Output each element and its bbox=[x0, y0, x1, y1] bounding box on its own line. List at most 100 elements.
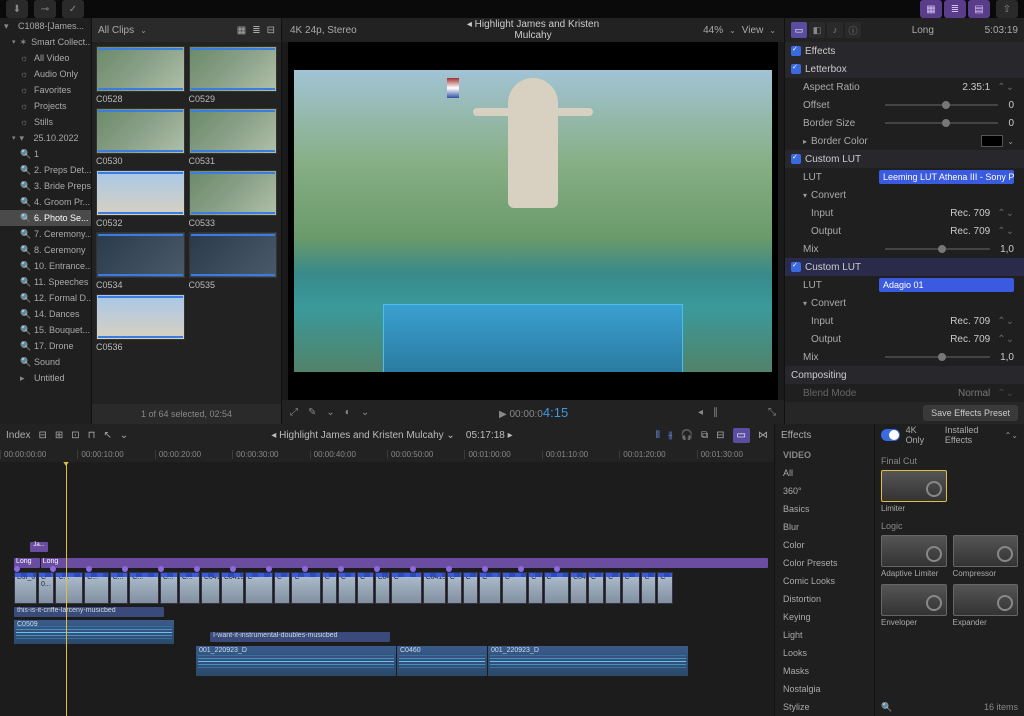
installed-effects-menu[interactable]: Installed Effects bbox=[945, 425, 999, 445]
video-clip[interactable]: C bbox=[463, 572, 479, 604]
effect-preset[interactable]: Adaptive Limiter bbox=[881, 535, 947, 578]
marker[interactable] bbox=[554, 566, 560, 572]
marker[interactable] bbox=[410, 566, 416, 572]
lut2-mix-slider[interactable] bbox=[885, 356, 990, 358]
video-clip[interactable]: C bbox=[245, 572, 273, 604]
keyword-button[interactable]: ⊸ bbox=[34, 0, 56, 18]
connected-clip[interactable]: Ja... bbox=[30, 542, 48, 552]
sidebar-item[interactable]: 🔍6. Photo Se... bbox=[0, 210, 91, 226]
overwrite-icon[interactable]: ⊡ bbox=[71, 430, 79, 441]
aspect-ratio-row[interactable]: Aspect Ratio2.35:1⌃⌄ bbox=[785, 78, 1024, 96]
video-clip[interactable]: C bbox=[338, 572, 356, 604]
audio-skim-icon[interactable]: ⫵ bbox=[668, 430, 673, 441]
transform-tool[interactable]: ⤢ bbox=[290, 407, 298, 418]
sidebar-item[interactable]: ☼Stills bbox=[0, 114, 91, 130]
video-clip[interactable]: C bbox=[605, 572, 621, 604]
marker[interactable] bbox=[50, 566, 56, 572]
lut1-convert-row[interactable]: ▾Convert bbox=[785, 186, 1024, 204]
video-clip[interactable]: C... bbox=[160, 572, 178, 604]
video-clip[interactable]: C bbox=[391, 572, 422, 604]
inspector-toggle[interactable]: ▤ bbox=[968, 0, 990, 18]
effect-preset[interactable]: Expander bbox=[953, 584, 1019, 627]
audio-clip[interactable]: C0460 bbox=[397, 646, 487, 676]
effects-category[interactable]: Stylize bbox=[775, 698, 874, 716]
video-clip[interactable]: C... bbox=[84, 572, 108, 604]
list-icon[interactable]: ≣ bbox=[252, 25, 260, 36]
sidebar-item[interactable]: 🔍12. Formal D... bbox=[0, 290, 91, 306]
lut1-select-row[interactable]: LUTLeeming LUT Athena III - Sony Picture… bbox=[785, 168, 1024, 186]
video-clip[interactable]: C bbox=[322, 572, 337, 604]
lut1-output-row[interactable]: OutputRec. 709⌃⌄ bbox=[785, 222, 1024, 240]
marker[interactable] bbox=[14, 566, 20, 572]
marker[interactable] bbox=[230, 566, 236, 572]
lut1-checkbox[interactable] bbox=[791, 154, 801, 164]
sidebar-item[interactable]: 🔍3. Bride Preps bbox=[0, 178, 91, 194]
lut2-select[interactable]: Adagio 01 bbox=[879, 278, 1014, 292]
video-clip[interactable]: C0413 bbox=[221, 572, 244, 604]
video-clip[interactable]: C bbox=[274, 572, 290, 604]
offset-row[interactable]: Offset0 bbox=[785, 96, 1024, 114]
marker[interactable] bbox=[86, 566, 92, 572]
marker[interactable] bbox=[518, 566, 524, 572]
effects-category[interactable]: Masks bbox=[775, 662, 874, 680]
video-clip[interactable]: C... bbox=[55, 572, 83, 604]
sidebar-item[interactable]: 🔍15. Bouquet... bbox=[0, 322, 91, 338]
audio-clip[interactable]: C0509 bbox=[14, 620, 174, 644]
play-icon[interactable]: ▶ bbox=[499, 409, 507, 420]
audio-title-1[interactable]: this-is-it-criffe-larceny-musicbed bbox=[14, 607, 768, 617]
marker[interactable] bbox=[158, 566, 164, 572]
sidebar-item[interactable]: 🔍2. Preps Det... bbox=[0, 162, 91, 178]
video-clip[interactable]: C bbox=[291, 572, 320, 604]
audio-title-2[interactable]: I-want-it-instrumental-doubles-musicbed bbox=[210, 632, 768, 642]
video-clip[interactable]: C0413 bbox=[423, 572, 446, 604]
presets-body[interactable]: Final Cut Limiter Logic Adaptive Limiter… bbox=[875, 446, 1024, 698]
filmstrip-icon[interactable]: ▦ bbox=[237, 25, 246, 36]
sidebar-item[interactable]: 🔍17. Drone bbox=[0, 338, 91, 354]
video-clip[interactable]: C bbox=[447, 572, 462, 604]
effect-preset[interactable]: Limiter bbox=[881, 470, 947, 513]
sidebar-item[interactable]: 🔍1 bbox=[0, 146, 91, 162]
effects-category[interactable]: Color bbox=[775, 536, 874, 554]
video-clip[interactable]: C bbox=[357, 572, 374, 604]
lut1-select[interactable]: Leeming LUT Athena III - Sony Picture P.… bbox=[879, 170, 1014, 184]
clip-appearance-icon[interactable]: ⊟ bbox=[716, 430, 724, 441]
clip-thumbnail[interactable]: C0530 bbox=[96, 108, 185, 166]
share-button[interactable]: ⇧ bbox=[996, 0, 1018, 18]
sidebar-item[interactable]: 🔍8. Ceremony bbox=[0, 242, 91, 258]
snap-icon[interactable]: ⧉ bbox=[701, 430, 708, 441]
4k-only-toggle[interactable] bbox=[881, 429, 900, 441]
effects-category[interactable]: Nostalgia bbox=[775, 680, 874, 698]
solo-icon[interactable]: 🎧 bbox=[681, 430, 693, 441]
audio-tab-icon[interactable]: ♪ bbox=[827, 22, 843, 38]
video-clip[interactable]: C bbox=[641, 572, 656, 604]
color-swatch[interactable] bbox=[981, 135, 1003, 147]
save-preset-button[interactable]: Save Effects Preset bbox=[923, 405, 1018, 421]
border-size-row[interactable]: Border Size0 bbox=[785, 114, 1024, 132]
effects-category[interactable]: Basics bbox=[775, 500, 874, 518]
sidebar-item[interactable]: 🔍10. Entrance... bbox=[0, 258, 91, 274]
sidebar-item[interactable]: ☼All Video bbox=[0, 50, 91, 66]
lut1-input-row[interactable]: InputRec. 709⌃⌄ bbox=[785, 204, 1024, 222]
viewer-canvas[interactable] bbox=[288, 42, 778, 400]
clip-grid[interactable]: C0528C0529C0530C0531C0532C0533C0534C0535… bbox=[92, 42, 281, 404]
effects-section[interactable]: Effects bbox=[785, 42, 1024, 60]
audio-track-2[interactable]: 001_220923_DC0460001_220923_D bbox=[196, 646, 768, 676]
lut2-input-row[interactable]: InputRec. 709⌃⌄ bbox=[785, 312, 1024, 330]
transitions-icon[interactable]: ⋈ bbox=[758, 430, 768, 441]
search-icon[interactable]: 🔍 bbox=[881, 702, 892, 713]
video-clip[interactable]: C bbox=[544, 572, 570, 604]
skimming-icon[interactable]: ⫴ bbox=[656, 430, 660, 441]
clip-thumbnail[interactable]: C0533 bbox=[189, 170, 278, 228]
sidebar-item[interactable]: ☼Favorites bbox=[0, 82, 91, 98]
effects-tool[interactable]: ◐ bbox=[345, 407, 351, 418]
video-clip[interactable]: DJI_0... bbox=[14, 572, 37, 604]
custom-lut-1-section[interactable]: Custom LUT bbox=[785, 150, 1024, 168]
video-clip[interactable]: C bbox=[588, 572, 604, 604]
sidebar-item[interactable]: ▾✶Smart Collect... bbox=[0, 34, 91, 50]
marker[interactable] bbox=[374, 566, 380, 572]
color-tab-icon[interactable]: ◧ bbox=[809, 22, 825, 38]
timeline-toggle[interactable]: ≣ bbox=[944, 0, 966, 18]
video-clip[interactable]: C... bbox=[129, 572, 159, 604]
effects-category[interactable]: Looks bbox=[775, 644, 874, 662]
effect-preset[interactable]: Enveloper bbox=[881, 584, 947, 627]
